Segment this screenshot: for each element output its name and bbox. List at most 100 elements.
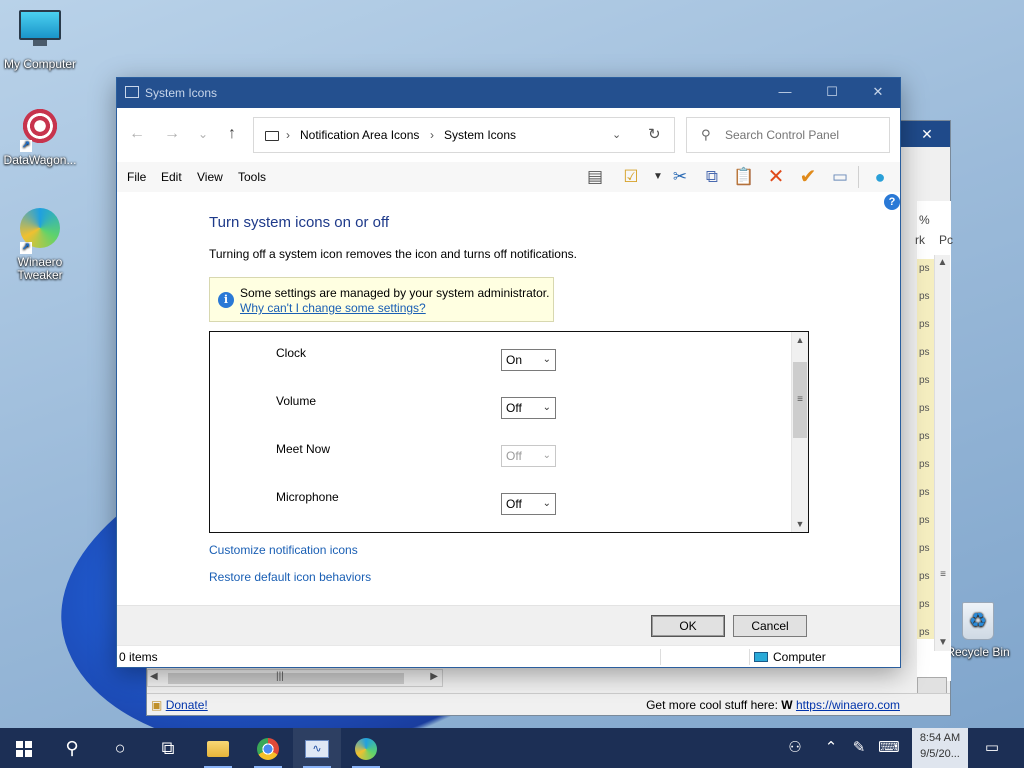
customize-notification-icons-link[interactable]: Customize notification icons <box>209 543 358 557</box>
desktop-icon-datawagon[interactable]: ↗ DataWagon... <box>0 106 80 167</box>
status-location: Computer <box>773 650 826 664</box>
show-hidden-icons-chevron-icon[interactable]: ⌃ <box>818 728 844 768</box>
breadcrumb-notification-area-icons[interactable]: Notification Area Icons <box>300 118 419 152</box>
cancel-button[interactable]: Cancel <box>733 615 807 637</box>
people-icon[interactable]: ⚇ <box>782 728 808 768</box>
close-icon[interactable]: ✕ <box>904 121 950 147</box>
scroll-left-icon[interactable]: ◀ <box>150 671 158 682</box>
cell-text: ps <box>919 599 930 610</box>
maximize-button[interactable]: ☐ <box>809 78 855 108</box>
shortcut-arrow-icon: ↗ <box>20 242 32 254</box>
background-horizontal-scrollbar[interactable]: ◀ ||| ▶ <box>147 669 443 687</box>
desktop-icon-my-computer[interactable]: My Computer <box>0 10 80 71</box>
chrome-taskbar-button[interactable] <box>244 728 292 768</box>
taskbar-clock[interactable]: 8:54 AM 9/5/20... <box>912 728 968 768</box>
paste-icon[interactable]: 📋 <box>733 167 755 187</box>
address-bar[interactable]: › Notification Area Icons › System Icons… <box>253 117 675 153</box>
donate-link-text[interactable]: Donate! <box>166 698 208 712</box>
column-header-pc: Pc <box>939 233 954 247</box>
microphone-behavior-select[interactable]: Off ⌄ <box>501 493 556 515</box>
donate-link[interactable]: ▣ Donate! <box>151 694 208 716</box>
file-explorer-taskbar-button[interactable] <box>194 728 242 768</box>
menu-view[interactable]: View <box>197 162 223 192</box>
address-dropdown-chevron-icon[interactable]: ⌄ <box>612 118 621 152</box>
volume-behavior-select[interactable]: Off ⌄ <box>501 397 556 419</box>
meet-now-behavior-select: Off ⌄ <box>501 445 556 467</box>
check-icon[interactable]: ✔ <box>797 167 819 187</box>
start-button[interactable] <box>0 728 48 768</box>
why-cant-change-link[interactable]: Why can't I change some settings? <box>240 301 426 315</box>
cell-text: ps <box>919 263 930 274</box>
page-description: Turning off a system icon removes the ic… <box>209 247 577 261</box>
up-arrow-icon[interactable]: ↑ <box>220 122 244 146</box>
minimize-button[interactable]: — <box>762 78 808 108</box>
delete-icon[interactable]: ✕ <box>765 167 787 187</box>
scroll-up-icon[interactable]: ▲ <box>935 255 950 271</box>
desktop-icon-label: Winaero Tweaker <box>17 255 63 282</box>
desktop-icon-label: My Computer <box>3 57 77 71</box>
control-panel-icon <box>125 86 139 98</box>
percent-header: % <box>919 213 930 227</box>
cell-text: ps <box>919 459 930 470</box>
notifications-icon[interactable]: ▭ <box>978 728 1006 768</box>
scroll-grip-icon: ||| <box>276 671 284 682</box>
search-box[interactable]: ⚲ <box>686 117 890 153</box>
touch-keyboard-icon[interactable]: ⌨ <box>874 728 904 768</box>
search-input[interactable] <box>725 126 883 144</box>
winaero-tweaker-icon: ↗ <box>18 208 62 254</box>
cut-icon[interactable]: ✂ <box>669 167 691 187</box>
restore-default-icon-behaviors-link[interactable]: Restore default icon behaviors <box>209 570 371 584</box>
back-arrow-icon[interactable]: ← <box>125 122 149 146</box>
cortana-button[interactable]: ○ <box>96 728 144 768</box>
globe-icon[interactable]: ● <box>869 167 891 187</box>
scroll-thumb[interactable] <box>168 673 404 684</box>
scroll-down-icon[interactable]: ▼ <box>935 635 951 651</box>
select-value: On <box>506 353 523 367</box>
status-divider <box>749 649 750 665</box>
list-item-label: Meet Now <box>276 442 331 456</box>
chevron-down-icon: ⌄ <box>542 354 551 365</box>
cell-text: ps <box>919 543 930 554</box>
scroll-thumb[interactable]: ≡ <box>793 362 807 438</box>
help-icon[interactable]: ? <box>884 194 900 210</box>
scroll-thumb-grip-icon[interactable]: ≡ <box>935 567 951 583</box>
recent-locations-chevron-icon[interactable]: ⌄ <box>191 122 215 146</box>
resource-monitor-taskbar-button[interactable]: ∿ <box>293 728 341 768</box>
menu-edit[interactable]: Edit <box>161 162 182 192</box>
pane-icon[interactable]: ▤ <box>584 167 606 187</box>
refresh-icon[interactable]: ↻ <box>648 118 661 152</box>
pen-workspace-icon[interactable]: ✎ <box>846 728 872 768</box>
menu-tools[interactable]: Tools <box>238 162 266 192</box>
system-icons-window[interactable]: System Icons — ☐ ✕ ← → ⌄ ↑ › Notificatio… <box>116 77 901 668</box>
title-bar[interactable]: System Icons — ☐ ✕ <box>117 78 900 108</box>
background-vertical-scrollbar[interactable]: ▲ ≡ ▼ <box>934 255 950 651</box>
scroll-up-icon[interactable]: ▲ <box>792 332 808 348</box>
breadcrumb-separator: › <box>286 128 290 142</box>
breadcrumb-system-icons[interactable]: System Icons <box>444 118 516 152</box>
status-divider <box>660 649 661 665</box>
checklist-dropdown-chevron-icon[interactable]: ▼ <box>647 167 669 187</box>
list-item-microphone: Microphone Off ⌄ <box>210 490 792 532</box>
desktop-icon-winaero-tweaker[interactable]: ↗ Winaero Tweaker <box>0 208 80 282</box>
task-view-button[interactable]: ⧉ <box>144 728 192 768</box>
system-icons-list[interactable]: Clock On ⌄ Volume Off ⌄ Meet Now Off ⌄ M… <box>209 331 809 533</box>
checklist-icon[interactable]: ☑ <box>620 167 642 187</box>
list-item-volume: Volume Off ⌄ <box>210 394 792 442</box>
ok-button[interactable]: OK <box>651 615 725 637</box>
scroll-right-icon[interactable]: ▶ <box>430 671 438 682</box>
search-taskbar-button[interactable]: ⚲ <box>48 728 96 768</box>
forward-arrow-icon[interactable]: → <box>160 122 184 146</box>
clock-behavior-select[interactable]: On ⌄ <box>501 349 556 371</box>
list-vertical-scrollbar[interactable]: ▲ ≡ ▼ <box>791 332 808 532</box>
list-item-label: Microphone <box>276 490 339 504</box>
winaero-link[interactable]: https://winaero.com <box>796 698 900 712</box>
winaero-tweaker-taskbar-button[interactable] <box>342 728 390 768</box>
properties-icon[interactable]: ▭ <box>829 167 851 187</box>
scroll-down-icon[interactable]: ▼ <box>792 516 808 532</box>
copy-icon[interactable]: ⧉ <box>701 167 723 187</box>
cell-text: ps <box>919 515 930 526</box>
close-button[interactable]: ✕ <box>855 78 901 108</box>
shortcut-arrow-icon: ↗ <box>20 140 32 152</box>
menu-file[interactable]: File <box>127 162 146 192</box>
list-item-label: Volume <box>276 394 317 408</box>
